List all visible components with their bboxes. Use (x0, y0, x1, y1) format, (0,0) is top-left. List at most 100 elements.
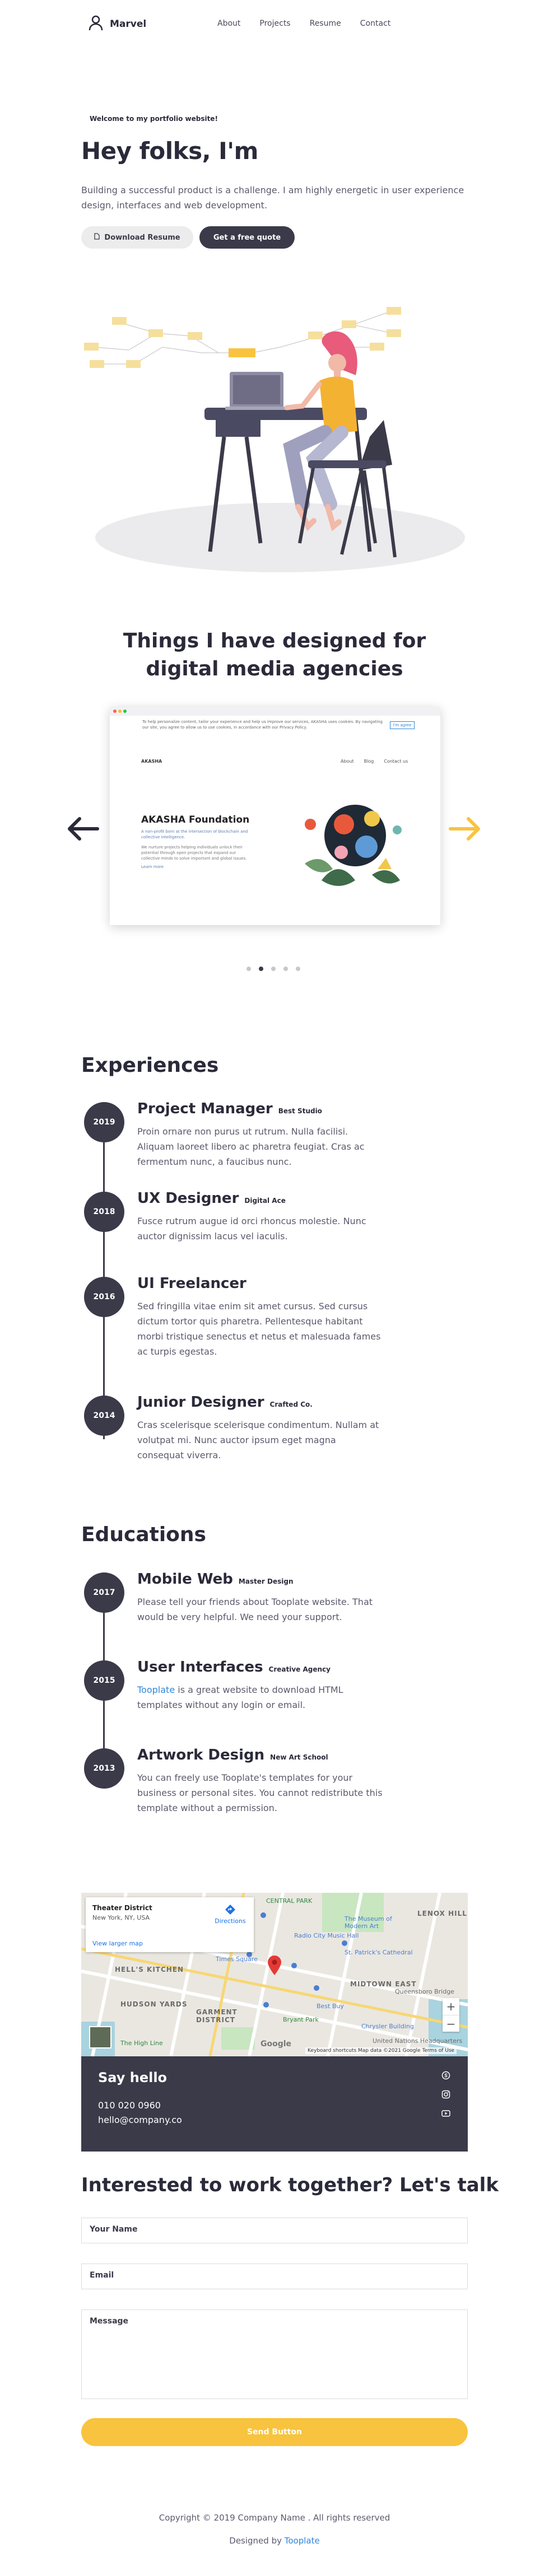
nav-projects[interactable]: Projects (259, 19, 290, 28)
timeline-item-org: Creative Agency (268, 1665, 331, 1673)
directions-button[interactable]: Directions (213, 1904, 247, 1925)
timeline-item-org: Crafted Co. (269, 1401, 313, 1408)
welcome-text: Welcome to my portfolio website! (90, 115, 218, 123)
map-label: The Museum of Modern Art (345, 1915, 392, 1930)
carousel-dot-2[interactable] (259, 967, 263, 971)
brand-name: Marvel (110, 18, 147, 30)
site-nav: About Blog Contact us (341, 759, 408, 764)
year-badge: 2019 (84, 1102, 124, 1142)
site-logo: AKASHA (141, 759, 162, 764)
site-nav-blog[interactable]: Blog (364, 759, 374, 764)
timeline-item-org: Best Studio (278, 1107, 322, 1115)
map-label: HUDSON YARDS (120, 2000, 188, 2008)
nav-contact[interactable]: Contact (360, 19, 390, 28)
google-map[interactable]: Radio City Music Hall Times Square The M… (81, 1893, 468, 2056)
timeline-item-heading: User Interfaces Creative Agency (137, 1659, 331, 1676)
contact-form-title: Interested to work together? Let's talk (81, 2174, 499, 2196)
send-button[interactable]: Send Button (81, 2418, 468, 2446)
arrow-left-icon[interactable] (66, 816, 100, 843)
instagram-icon[interactable] (441, 2090, 450, 2101)
educations-title: Educations (81, 1523, 206, 1546)
timeline-item-text: Fusce rutrum augue id orci rhoncus moles… (137, 1216, 366, 1242)
contact-phone[interactable]: 010 020 0960 (98, 2100, 161, 2111)
timeline-item-heading: UX Designer Digital Ace (137, 1190, 286, 1207)
document-icon (94, 233, 100, 242)
footer-copyright: Copyright © 2019 Company Name . All righ… (159, 2513, 390, 2523)
timeline-item-org: New Art School (270, 1753, 328, 1761)
timeline-item-org: Master Design (238, 1578, 294, 1585)
timeline-item-text: You can freely use Tooplate's templates … (137, 1772, 383, 1813)
email-field[interactable]: Email (81, 2264, 468, 2289)
map-label: HELL'S KITCHEN (115, 1966, 184, 1973)
map-label: The High Line (120, 2040, 163, 2047)
google-logo: Google (260, 2040, 292, 2048)
name-field[interactable]: Your Name (81, 2218, 468, 2243)
zoom-controls: + − (443, 1998, 459, 2032)
cookie-text: To help personalize content, tailor your… (142, 720, 383, 730)
year-badge: 2015 (84, 1660, 124, 1701)
map-info-card: Theater District New York, NY, USA View … (86, 1897, 254, 1952)
timeline-item-title: UI Freelancer (137, 1275, 246, 1292)
timeline-item-title: Project Manager (137, 1100, 273, 1117)
say-hello-title: Say hello (98, 2070, 168, 2085)
youtube-icon[interactable] (441, 2109, 450, 2120)
timeline-item-text: Please tell your friends about Tooplate … (137, 1597, 373, 1622)
message-field[interactable]: Message (81, 2309, 468, 2399)
footer-designed-by: Designed by Tooplate (0, 2536, 549, 2546)
user-icon (89, 15, 103, 33)
timeline-item-title: Junior Designer (137, 1394, 264, 1411)
timeline-item-text: Tooplate is a great website to download … (137, 1682, 384, 1712)
map-place-name: Theater District (92, 1904, 152, 1912)
contact-email[interactable]: hello@company.co (98, 2115, 182, 2125)
skype-icon[interactable] (441, 2071, 450, 2082)
brand-logo[interactable]: Marvel (89, 15, 147, 33)
designer-link[interactable]: Tooplate (285, 2536, 320, 2546)
zoom-in-icon[interactable]: + (443, 1998, 459, 2015)
timeline-item-title: User Interfaces (137, 1659, 263, 1676)
map-label: Best Buy (317, 2003, 344, 2010)
carousel-dot-3[interactable] (271, 967, 276, 971)
site-nav-contact[interactable]: Contact us (384, 759, 408, 764)
satellite-toggle[interactable] (89, 2026, 111, 2048)
map-label: CENTRAL PARK (266, 1897, 313, 1905)
carousel-dot-4[interactable] (283, 967, 288, 971)
map-label: LENOX HILL (417, 1910, 467, 1917)
year-badge: 2014 (84, 1396, 124, 1436)
map-label: GARMENT DISTRICT (196, 2008, 238, 2024)
timeline-item-heading: Junior Designer Crafted Co. (137, 1394, 313, 1411)
map-label: Times Square (216, 1956, 258, 1963)
portfolio-slide[interactable]: To help personalize content, tailor your… (110, 707, 440, 925)
zoom-out-icon[interactable]: − (443, 2015, 459, 2032)
hero-illustration (84, 307, 465, 572)
carousel-dots (246, 967, 300, 971)
site-nav-about[interactable]: About (341, 759, 354, 764)
slide-body: We nurture projects helping individuals … (141, 845, 247, 861)
map-label: Queensboro Bridge (395, 1988, 454, 1995)
map-label: Bryant Park (283, 2016, 319, 2023)
carousel-dot-5[interactable] (296, 967, 300, 971)
timeline-item-heading: Mobile Web Master Design (137, 1571, 294, 1588)
timeline-item-heading: Project Manager Best Studio (137, 1100, 322, 1117)
nav-resume[interactable]: Resume (310, 19, 341, 28)
view-larger-map-link[interactable]: View larger map (92, 1940, 143, 1947)
arrow-right-icon[interactable] (448, 816, 482, 843)
slide-subheading: A non-profit born at the intersection of… (141, 829, 248, 839)
timeline-item-text: Sed fringilla vitae enim sit amet cursus… (137, 1301, 381, 1357)
download-resume-button[interactable]: Download Resume (81, 226, 193, 249)
free-quote-button[interactable]: Get a free quote (199, 226, 295, 249)
timeline-item-text: Cras scelerisque scelerisque condimentum… (137, 1420, 379, 1460)
timeline-item-title: Artwork Design (137, 1747, 265, 1763)
contact-panel: Say hello 010 020 0960 hello@company.co (81, 2056, 468, 2152)
map-label: St. Patrick's Cathedral (345, 1949, 413, 1956)
tooplate-link[interactable]: Tooplate (137, 1684, 175, 1695)
map-footer: Keyboard shortcuts Map data ©2021 Google… (305, 2047, 457, 2054)
cookie-agree-button[interactable]: I'm agree (390, 721, 415, 729)
carousel-dot-1[interactable] (246, 967, 251, 971)
nav-about[interactable]: About (217, 19, 240, 28)
designed-by-text: Designed by (229, 2536, 285, 2546)
map-pin-icon[interactable] (267, 1956, 282, 1978)
slide-link[interactable]: Learn more (141, 865, 164, 869)
timeline-item-org: Digital Ace (244, 1197, 286, 1205)
main-nav: About Projects Resume Contact (217, 19, 390, 28)
year-badge: 2018 (84, 1192, 124, 1232)
